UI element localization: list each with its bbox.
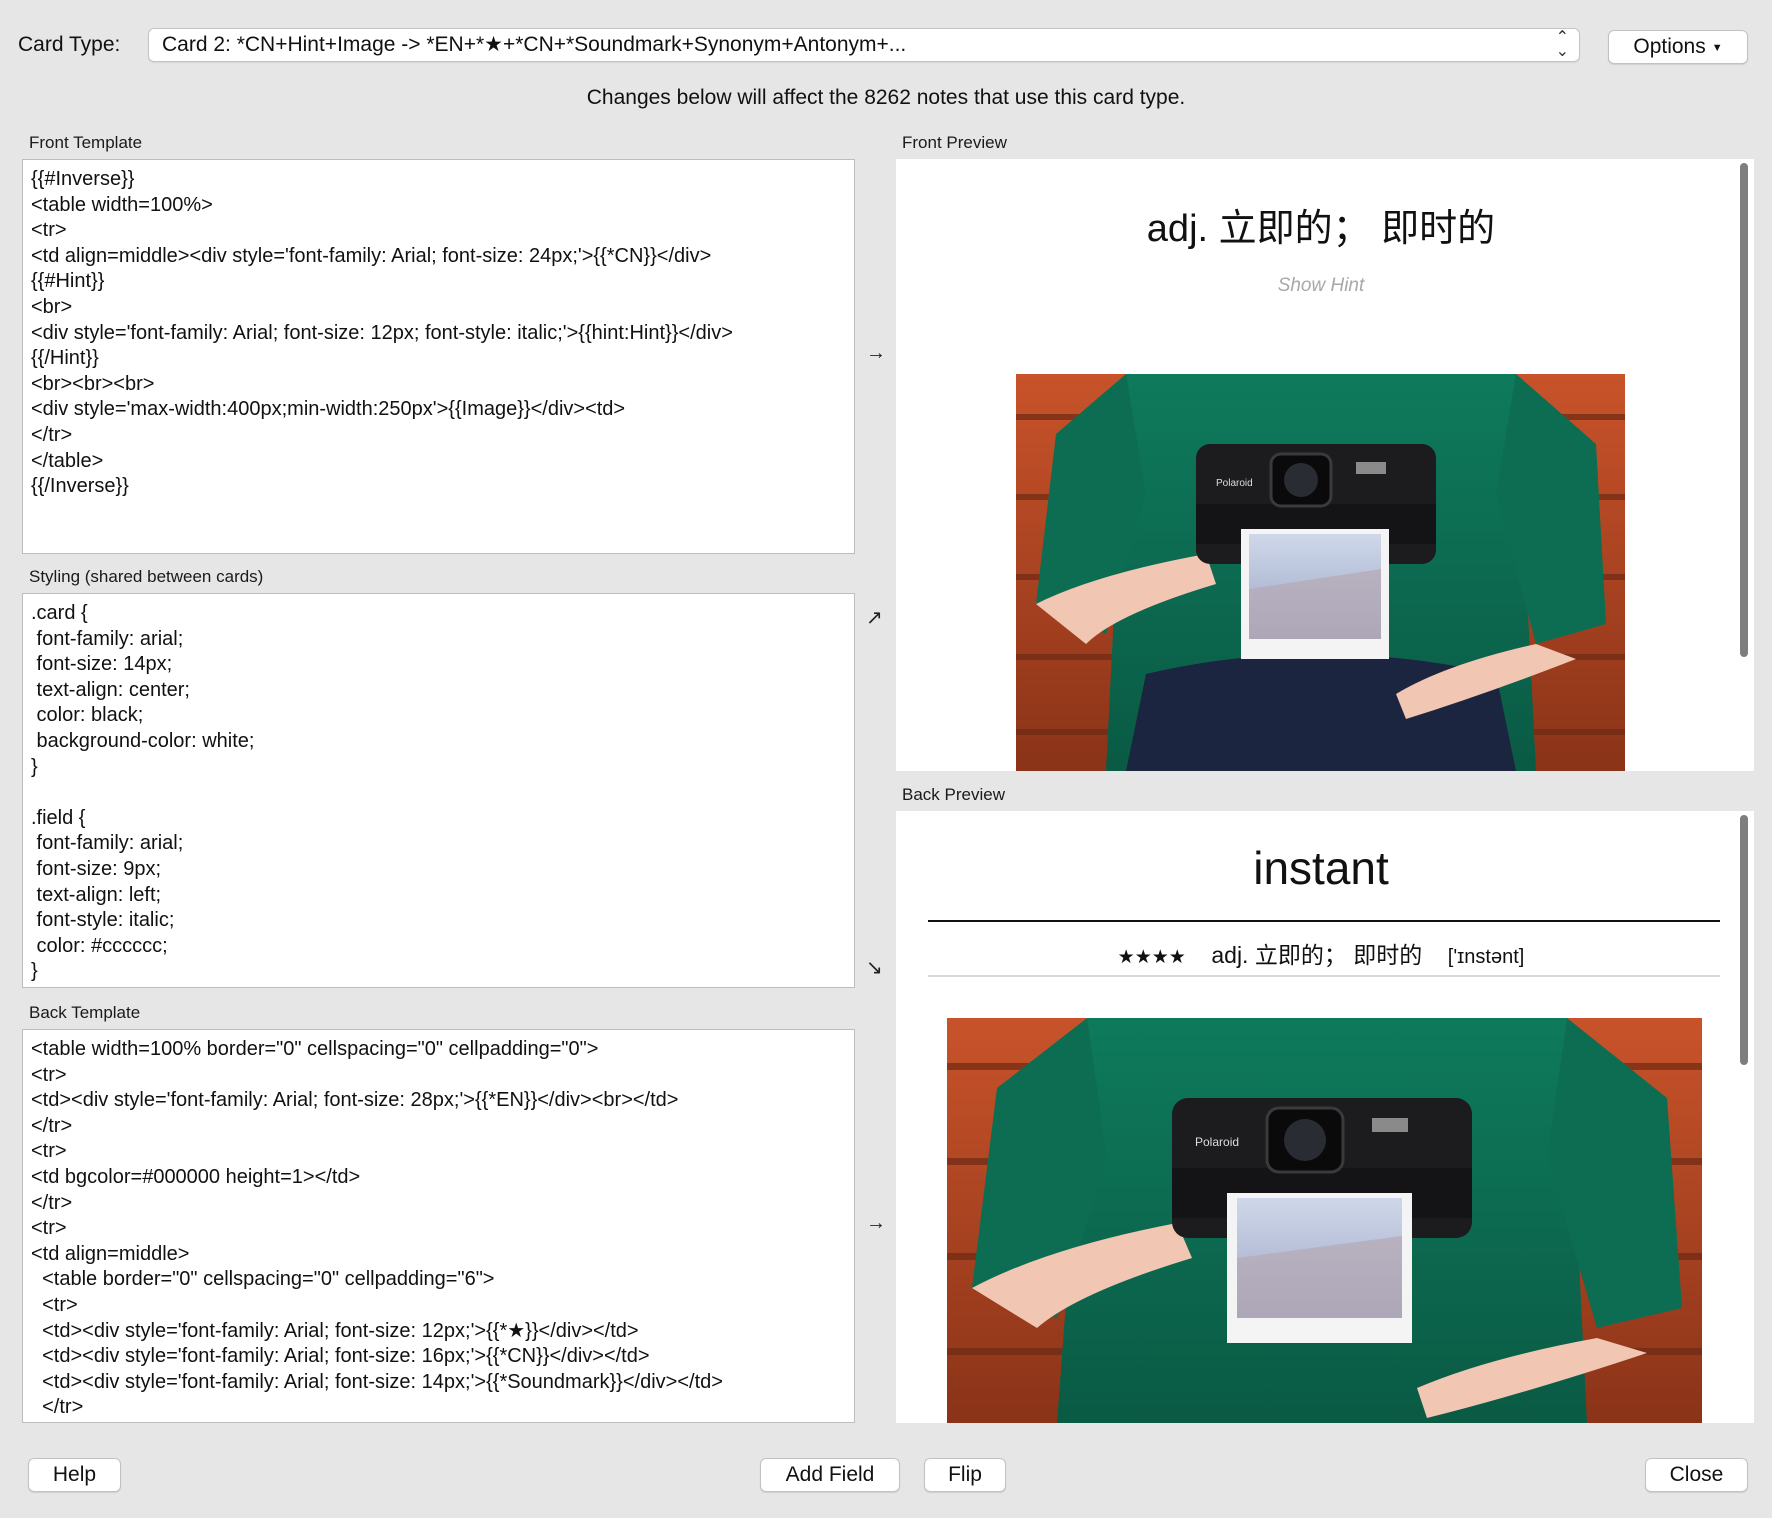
star-rating: ★★★★ xyxy=(1117,947,1186,968)
black-divider xyxy=(928,920,1720,922)
code-line: </tr> xyxy=(31,423,73,446)
code-line: <br> xyxy=(31,295,73,318)
code-line: font-size: 14px; xyxy=(31,653,173,676)
arrow-up-right-icon: ↗ xyxy=(866,607,883,629)
camera-brand-text: Polaroid xyxy=(1216,478,1253,489)
code-line: {{/Inverse}} xyxy=(31,475,129,498)
styling-label: Styling (shared between cards) xyxy=(29,567,264,586)
code-line: <td bgcolor=#000000 height=1></td> xyxy=(31,1165,361,1188)
front-preview-scrollbar[interactable] xyxy=(1740,163,1748,657)
code-line: </tr> xyxy=(31,1191,73,1214)
back-preview-label: Back Preview xyxy=(902,785,1005,804)
code-line: font-family: arial; xyxy=(31,832,184,855)
code-line: <div style='max-width:400px;min-width:25… xyxy=(31,398,626,421)
code-line: <td><div style='font-family: Arial; font… xyxy=(31,1089,679,1112)
flip-button[interactable]: Flip xyxy=(924,1458,1006,1492)
front-preview-pane[interactable]: adj. 立即的； 即时的 Show Hint Polaroid xyxy=(896,159,1754,771)
styling-editor[interactable]: .card { font-family: arial; font-size: 1… xyxy=(22,593,855,988)
code-line: color: black; xyxy=(31,704,144,727)
show-hint-link[interactable]: Show Hint xyxy=(896,275,1746,297)
code-line: } xyxy=(31,960,38,983)
close-button[interactable]: Close xyxy=(1645,1458,1748,1492)
camera-brand-text: Polaroid xyxy=(1195,1135,1239,1149)
polaroid-photo: Polaroid xyxy=(947,1018,1702,1423)
code-line: <td align=middle><div style='font-family… xyxy=(31,244,712,267)
grey-divider xyxy=(928,975,1720,977)
code-line: </table> xyxy=(31,449,104,472)
code-line: {{#Inverse}} xyxy=(31,168,135,190)
card-type-select[interactable]: Card 2: *CN+Hint+Image -> *EN+*★+*CN+*So… xyxy=(148,28,1580,62)
back-cn-text: adj. 立即的； 即时的 xyxy=(1211,942,1423,968)
code-line: <td><div style='font-family: Arial; font… xyxy=(31,1370,723,1393)
front-card-image: Polaroid xyxy=(1016,374,1625,771)
code-line: </tr> xyxy=(31,1114,73,1137)
code-line: <td><div style='font-family: Arial; font… xyxy=(31,1345,650,1368)
arrow-down-right-icon: ↘ xyxy=(866,957,883,979)
front-preview-label: Front Preview xyxy=(902,133,1007,152)
back-preview-scrollbar[interactable] xyxy=(1740,815,1748,1065)
code-line: <td align=middle> xyxy=(31,1242,190,1265)
code-line: <table width=100% border="0" cellspacing… xyxy=(31,1038,599,1060)
card-type-value: Card 2: *CN+Hint+Image -> *EN+*★+*CN+*So… xyxy=(162,33,907,56)
back-en-text: instant xyxy=(1253,842,1389,894)
code-line: background-color: white; xyxy=(31,729,255,752)
code-line: <tr> xyxy=(31,1063,67,1086)
arrow-right-icon: → xyxy=(866,1212,886,1234)
back-card-image: Polaroid xyxy=(947,1018,1702,1423)
back-preview-pane[interactable]: instant ★★★★ adj. 立即的； 即时的 ['ɪnstənt] Po… xyxy=(896,811,1754,1423)
code-line: text-align: center; xyxy=(31,678,190,701)
code-line: <tr> xyxy=(31,219,67,242)
options-button[interactable]: Options ▼ xyxy=(1608,30,1748,64)
code-line: <tr> xyxy=(31,1217,67,1240)
code-line: .field { xyxy=(31,806,86,829)
code-line: } xyxy=(31,755,38,778)
soundmark-text: ['ɪnstənt] xyxy=(1447,946,1525,968)
front-template-label: Front Template xyxy=(29,133,143,152)
code-line: <table width=100%> xyxy=(31,193,213,216)
front-template-editor[interactable]: {{#Inverse}} <table width=100%> <tr> <td al… xyxy=(22,159,855,554)
chevron-updown-icon: ⌃ ⌄ xyxy=(1555,29,1569,60)
add-field-button[interactable]: Add Field xyxy=(760,1458,900,1492)
code-line: <td><div style='font-family: Arial; font… xyxy=(31,1319,639,1342)
code-line: .card { xyxy=(31,602,88,624)
code-line: <table border="0" cellspacing="0" cellpa… xyxy=(31,1268,495,1291)
code-line: font-size: 9px; xyxy=(31,857,162,880)
code-line: {{/Hint}} xyxy=(31,347,99,370)
card-type-label: Card Type: xyxy=(18,33,121,56)
caret-down-icon: ▼ xyxy=(1711,42,1723,54)
back-template-editor[interactable]: <table width=100% border="0" cellspacing… xyxy=(22,1029,855,1423)
code-line: </tr> xyxy=(31,1396,84,1419)
code-line: <tr> xyxy=(31,1140,67,1163)
code-line: color: #cccccc; xyxy=(31,934,168,957)
help-button[interactable]: Help xyxy=(28,1458,121,1492)
notes-affected-notice: Changes below will affect the 8262 notes… xyxy=(586,86,1186,109)
polaroid-photo: Polaroid xyxy=(1016,374,1625,771)
options-label: Options xyxy=(1633,35,1706,58)
back-info-row: ★★★★ adj. 立即的； 即时的 ['ɪnstənt] xyxy=(896,936,1746,970)
code-line: font-family: arial; xyxy=(31,627,184,650)
code-line: <br><br><br> xyxy=(31,372,155,395)
code-line: <div style='font-family: Arial; font-siz… xyxy=(31,321,733,344)
code-line: <tr> xyxy=(31,1293,78,1316)
arrow-right-icon: → xyxy=(866,342,886,364)
back-template-label: Back Template xyxy=(29,1003,141,1022)
code-line: text-align: left; xyxy=(31,883,162,906)
code-line: {{#Hint}} xyxy=(31,270,105,293)
front-cn-text: adj. 立即的； 即时的 xyxy=(1146,208,1496,250)
code-line: font-style: italic; xyxy=(31,909,175,932)
